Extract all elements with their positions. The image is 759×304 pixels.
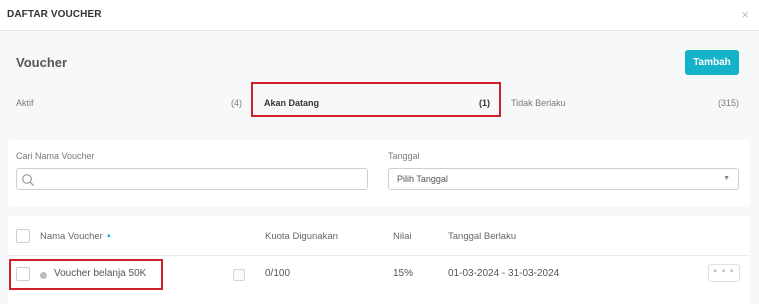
chevron-down-icon: ▼ xyxy=(723,175,730,182)
voucher-value: 15% xyxy=(393,268,414,279)
close-icon[interactable]: × xyxy=(741,8,749,21)
column-header-validity: Tanggal Berlaku xyxy=(448,231,517,242)
tab-aktif[interactable]: Aktif (4) xyxy=(16,88,242,116)
date-label: Tanggal xyxy=(388,151,420,161)
tab-count: (315) xyxy=(717,98,739,108)
add-voucher-button[interactable]: Tambah xyxy=(685,50,739,75)
voucher-quota: 0/100 xyxy=(265,268,291,279)
column-header-name-label: Nama Voucher xyxy=(40,231,103,242)
date-select[interactable]: Pilih Tanggal ▼ xyxy=(388,168,739,190)
row-highlight-box xyxy=(9,259,163,290)
divider xyxy=(8,255,750,256)
column-header-value: Nilai xyxy=(393,231,412,242)
copy-icon[interactable] xyxy=(233,269,245,281)
date-select-value: Pilih Tanggal xyxy=(397,174,448,184)
more-actions-button[interactable]: • • • xyxy=(708,264,740,282)
modal-title: DAFTAR VOUCHER xyxy=(7,9,102,20)
voucher-validity: 01-03-2024 - 31-03-2024 xyxy=(448,268,560,279)
tab-label: Tidak Berlaku xyxy=(511,98,566,108)
tab-count: (4) xyxy=(231,98,242,108)
search-input[interactable] xyxy=(39,171,359,187)
column-header-quota: Kuota Digunakan xyxy=(265,231,338,242)
page-title: Voucher xyxy=(16,55,68,70)
column-header-name[interactable]: Nama Voucher ▲ xyxy=(40,231,112,242)
tab-label: Aktif xyxy=(16,98,34,108)
sort-icon: ▲ xyxy=(105,233,112,240)
select-all-checkbox[interactable] xyxy=(16,229,30,243)
tab-highlight-box xyxy=(251,82,501,117)
modal-header: DAFTAR VOUCHER × xyxy=(0,0,759,31)
search-icon xyxy=(22,174,34,186)
search-label: Cari Nama Voucher xyxy=(16,151,95,161)
tab-tidak-berlaku[interactable]: Tidak Berlaku (315) xyxy=(511,88,739,116)
search-field[interactable] xyxy=(16,168,368,190)
